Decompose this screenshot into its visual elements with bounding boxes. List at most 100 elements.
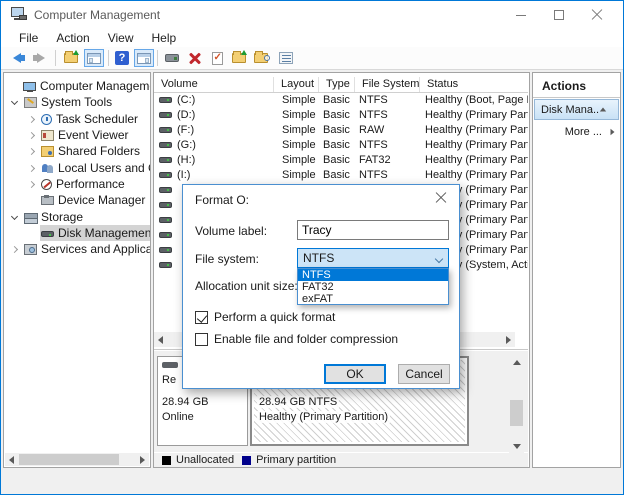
minimize-button[interactable] [505,1,537,29]
delete-button[interactable] [185,49,205,67]
column-header-status[interactable]: Status [420,77,528,92]
event-viewer-icon [41,130,54,141]
find-button[interactable] [251,49,271,67]
tree-item-system-tools[interactable]: System Tools [5,94,150,110]
chevron-expanded-icon[interactable] [11,212,18,219]
menu-help[interactable]: Help [143,29,186,47]
chevron-collapsed-icon[interactable] [11,245,18,252]
chevron-collapsed-icon[interactable] [28,115,35,122]
tree-item-device-manager[interactable]: Device Manager [5,192,150,208]
volume-icon [159,187,172,193]
local-users-icon [41,163,54,174]
export-folder-icon [232,53,246,63]
tree-item-services[interactable]: Services and Applicatio [5,241,150,257]
system-tools-icon [24,97,37,108]
computer-icon [23,82,36,91]
tree-item-disk-management[interactable]: Disk Management [5,225,150,241]
submenu-arrow-icon [611,128,615,134]
device-tool-button[interactable] [162,49,182,67]
scroll-right-button[interactable] [136,453,149,466]
table-row[interactable]: (C:)SimpleBasicNTFSHealthy (Boot, Page F [154,93,528,108]
menu-action[interactable]: Action [47,29,98,47]
export-button[interactable] [229,49,249,67]
scroll-down-icon [513,444,521,449]
scroll-down-button[interactable] [510,440,523,453]
checklist-button[interactable] [276,49,296,67]
table-row[interactable]: (I:)SimpleBasicNTFSHealthy (Primary Part [154,168,528,183]
scroll-left-button[interactable] [5,453,18,466]
maximize-button[interactable] [543,1,575,29]
file-system-combobox[interactable]: NTFS [297,248,449,268]
volume-icon [159,142,172,148]
tree-horizontal-scrollbar[interactable] [5,453,149,466]
ok-button[interactable]: OK [324,364,386,384]
disk-icon [162,362,178,368]
tree-item-shared-folders[interactable]: Shared Folders [5,143,150,159]
disk-view-vertical-scrollbar[interactable] [509,356,524,453]
compression-checkbox[interactable]: Enable file and folder compression [195,332,398,346]
scroll-right-icon [506,336,511,344]
scroll-right-button[interactable] [502,332,515,347]
toolbar [1,47,623,70]
tree-item-performance[interactable]: Performance [5,176,150,192]
back-button[interactable] [7,49,27,67]
cancel-button[interactable]: Cancel [398,364,450,384]
quick-format-checkbox[interactable]: Perform a quick format [195,310,335,324]
checklist-icon [279,52,293,64]
tree-item-computer-management[interactable]: Computer Management (L [5,78,150,94]
actions-header: Actions [533,79,620,93]
help-button[interactable] [112,49,132,67]
disk-management-icon [41,231,54,237]
console-tree-toggle[interactable] [84,49,104,67]
tree-item-storage[interactable]: Storage [5,209,150,225]
help-icon [115,51,129,65]
tree-item-event-viewer[interactable]: Event Viewer [5,127,150,143]
chevron-collapsed-icon[interactable] [28,147,35,154]
tree-item-local-users[interactable]: Local Users and Gro [5,160,150,176]
table-row[interactable]: (F:)SimpleBasicRAWHealthy (Primary Part [154,123,528,138]
dropdown-option-fat32[interactable]: FAT32 [298,281,448,293]
dropdown-option-exfat[interactable]: exFAT [298,293,448,305]
volume-icon [159,112,172,118]
collapse-icon [600,108,606,112]
column-header-file-system[interactable]: File System [355,77,420,92]
up-folder-icon [64,53,78,63]
services-icon [24,244,37,255]
table-row[interactable]: (D:)SimpleBasicNTFSHealthy (Primary Part [154,108,528,123]
chevron-collapsed-icon[interactable] [28,180,35,187]
volume-label-input[interactable] [297,220,449,240]
checkbox-checked-icon[interactable] [195,311,208,324]
table-row[interactable]: (H:)SimpleBasicFAT32Healthy (Primary Par… [154,153,528,168]
scroll-left-button[interactable] [154,332,167,347]
checkbox-unchecked-icon[interactable] [195,333,208,346]
primary-partition-swatch [242,456,251,465]
column-header-volume[interactable]: Volume [154,77,274,92]
chevron-collapsed-icon[interactable] [28,164,35,171]
chevron-expanded-icon[interactable] [11,97,18,104]
table-row[interactable]: (G:)SimpleBasicNTFSHealthy (Primary Part [154,138,528,153]
file-system-dropdown: NTFS FAT32 exFAT [297,268,449,305]
dialog-close-button[interactable] [431,189,451,207]
tree-item-task-scheduler[interactable]: Task Scheduler [5,111,150,127]
scroll-up-button[interactable] [510,356,523,369]
back-icon [13,53,21,63]
disk-size: 28.94 GB [162,396,208,408]
scrollbar-thumb[interactable] [510,400,523,426]
column-header-layout[interactable]: Layout [274,77,319,92]
scrollbar-thumb[interactable] [19,454,119,465]
menu-view[interactable]: View [99,29,143,47]
actions-more-item[interactable]: More ... [534,122,619,141]
dialog-title: Format O: [195,193,249,207]
dropdown-option-ntfs[interactable]: NTFS [298,269,448,281]
close-button[interactable] [581,1,613,29]
file-system-value: NTFS [298,251,334,265]
properties-button[interactable] [207,49,227,67]
up-level-button[interactable] [61,49,81,67]
action-pane-toggle[interactable] [134,49,154,67]
column-header-type[interactable]: Type [319,77,355,92]
actions-group-disk-management[interactable]: Disk Mana... [534,99,619,120]
chevron-collapsed-icon[interactable] [28,131,35,138]
volume-icon [159,97,172,103]
forward-button[interactable] [31,49,51,67]
menu-file[interactable]: File [10,29,47,47]
